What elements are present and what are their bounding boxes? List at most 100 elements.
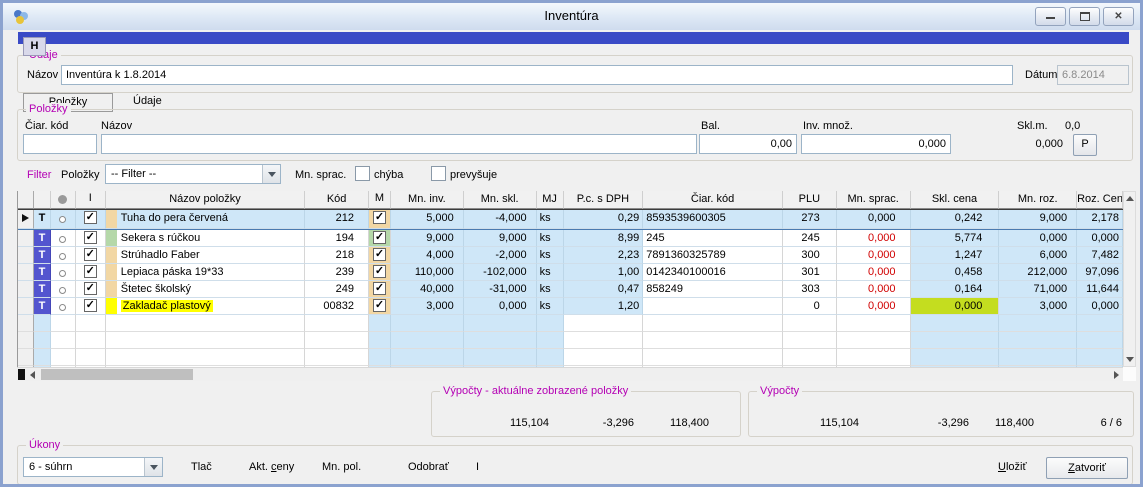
cell-ciar-kod[interactable] bbox=[643, 298, 783, 315]
row-type-cell[interactable]: T bbox=[34, 210, 51, 229]
cell-mn-roz[interactable]: 6,000 bbox=[999, 247, 1077, 264]
col-header-mn-roz[interactable]: Mn. roz. bbox=[999, 191, 1077, 209]
checkbox-checked-icon[interactable]: ✓ bbox=[373, 211, 386, 224]
cell-roz-cen[interactable]: 11,644 bbox=[1077, 281, 1123, 298]
cell-pc-s-dph[interactable]: 0,29 bbox=[564, 210, 644, 229]
cell-pc-s-dph[interactable]: 8,99 bbox=[564, 230, 644, 247]
m-check-cell[interactable]: ✓ bbox=[369, 210, 391, 229]
cell-skl-cena[interactable]: 0,164 bbox=[911, 281, 1000, 298]
table-row[interactable]: T ✓ Sekera s rúčkou 194 ✓ 9,000 9,000 ks… bbox=[18, 230, 1123, 247]
scrollbar-thumb[interactable] bbox=[41, 369, 193, 380]
polozky-nazov-input[interactable] bbox=[101, 134, 697, 154]
cell-nazov[interactable]: Zakladač plastový bbox=[106, 298, 305, 315]
titlebar[interactable]: Inventúra ✕ bbox=[3, 3, 1140, 30]
cell-ciar-kod[interactable]: 7891360325789 bbox=[643, 247, 783, 264]
col-header-m[interactable]: M bbox=[369, 191, 391, 209]
ukony-dropdown-button[interactable] bbox=[144, 458, 162, 476]
scroll-left-button[interactable] bbox=[25, 368, 39, 381]
cell-skl-cena[interactable]: 0,242 bbox=[911, 210, 1000, 229]
bal-input[interactable] bbox=[699, 134, 797, 154]
balloon-cell[interactable] bbox=[51, 264, 76, 281]
cell-plu[interactable]: 245 bbox=[783, 230, 837, 247]
mn-pol-button[interactable]: Mn. pol. bbox=[322, 461, 361, 473]
row-marker-cell[interactable] bbox=[18, 281, 34, 298]
m-check-cell[interactable]: ✓ bbox=[369, 298, 391, 315]
col-header-skl-cena[interactable]: Skl. cena bbox=[911, 191, 1000, 209]
cell-skl-cena[interactable]: 0,458 bbox=[911, 264, 1000, 281]
p-button[interactable]: P bbox=[1073, 134, 1097, 156]
cell-mn-sprac[interactable]: 0,000 bbox=[837, 264, 911, 281]
col-header-mn-inv[interactable]: Mn. inv. bbox=[391, 191, 464, 209]
cell-mn-inv[interactable]: 3,000 bbox=[391, 298, 464, 315]
zatvorit-button[interactable]: Zatvoriť bbox=[1046, 457, 1128, 479]
cell-pc-s-dph[interactable]: 0,47 bbox=[564, 281, 644, 298]
col-header-mn-sprac[interactable]: Mn. sprac. bbox=[837, 191, 911, 209]
cell-mn-skl[interactable]: -4,000 bbox=[464, 210, 537, 229]
cell-roz-cen[interactable]: 7,482 bbox=[1077, 247, 1123, 264]
cell-ciar-kod[interactable]: 858249 bbox=[643, 281, 783, 298]
row-marker-cell[interactable] bbox=[18, 230, 34, 247]
cell-mj[interactable]: ks bbox=[537, 298, 564, 315]
odobrat-button[interactable]: Odobrať bbox=[408, 461, 449, 473]
item-check-cell[interactable]: ✓ bbox=[76, 281, 106, 298]
col-header-roz-cen[interactable]: Roz. Cen bbox=[1077, 191, 1123, 209]
cell-kod[interactable]: 249 bbox=[305, 281, 369, 298]
row-marker-cell[interactable] bbox=[18, 298, 34, 315]
cell-plu[interactable]: 0 bbox=[783, 298, 837, 315]
close-button[interactable]: ✕ bbox=[1103, 7, 1134, 26]
cell-mn-roz[interactable]: 71,000 bbox=[999, 281, 1077, 298]
balloon-cell[interactable] bbox=[51, 247, 76, 264]
cell-roz-cen[interactable]: 97,096 bbox=[1077, 264, 1123, 281]
cell-mj[interactable]: ks bbox=[537, 264, 564, 281]
checkbox-checked-icon[interactable]: ✓ bbox=[373, 248, 386, 261]
cell-kod[interactable]: 218 bbox=[305, 247, 369, 264]
cell-kod[interactable]: 194 bbox=[305, 230, 369, 247]
row-marker-cell[interactable] bbox=[18, 264, 34, 281]
cell-skl-cena[interactable]: 1,247 bbox=[911, 247, 1000, 264]
cell-mn-sprac[interactable]: 0,000 bbox=[837, 298, 911, 315]
m-check-cell[interactable]: ✓ bbox=[369, 230, 391, 247]
col-header-i[interactable]: I bbox=[76, 191, 106, 209]
cell-nazov[interactable]: Štetec školský bbox=[106, 281, 305, 298]
horizontal-scrollbar[interactable] bbox=[17, 367, 1123, 381]
cell-mn-inv[interactable]: 40,000 bbox=[391, 281, 464, 298]
row-type-cell[interactable]: T bbox=[34, 298, 51, 315]
cell-mj[interactable]: ks bbox=[537, 247, 564, 264]
cell-plu[interactable]: 273 bbox=[783, 210, 837, 229]
cell-mn-skl[interactable]: -2,000 bbox=[464, 247, 537, 264]
balloon-cell[interactable] bbox=[51, 230, 76, 247]
cell-mn-sprac[interactable]: 0,000 bbox=[837, 281, 911, 298]
item-check-cell[interactable]: ✓ bbox=[76, 298, 106, 315]
checkbox-checked-icon[interactable]: ✓ bbox=[373, 231, 386, 244]
cell-mn-sprac[interactable]: 0,000 bbox=[837, 210, 911, 229]
cell-skl-cena[interactable]: 0,000 bbox=[911, 298, 1000, 315]
cell-ciar-kod[interactable]: 245 bbox=[643, 230, 783, 247]
cell-plu[interactable]: 300 bbox=[783, 247, 837, 264]
col-header-pc-s-dph[interactable]: P.c. s DPH bbox=[564, 191, 644, 209]
cell-nazov[interactable]: Tuha do pera červená bbox=[106, 210, 305, 229]
row-type-cell[interactable]: T bbox=[34, 230, 51, 247]
cell-mn-inv[interactable]: 110,000 bbox=[391, 264, 464, 281]
nazov-input[interactable] bbox=[61, 65, 1013, 85]
cell-mn-sprac[interactable]: 0,000 bbox=[837, 230, 911, 247]
cell-mn-skl[interactable]: -31,000 bbox=[464, 281, 537, 298]
col-header-ciar-kod[interactable]: Čiar. kód bbox=[643, 191, 783, 209]
cell-pc-s-dph[interactable]: 1,20 bbox=[564, 298, 644, 315]
cell-kod[interactable]: 212 bbox=[305, 210, 369, 229]
checkbox-checked-icon[interactable]: ✓ bbox=[84, 282, 97, 295]
checkbox-checked-icon[interactable]: ✓ bbox=[84, 299, 97, 312]
checkbox-checked-icon[interactable]: ✓ bbox=[84, 211, 97, 224]
vertical-scrollbar[interactable] bbox=[1123, 191, 1136, 367]
cell-ciar-kod[interactable]: 0142340100016 bbox=[643, 264, 783, 281]
cell-mj[interactable]: ks bbox=[537, 210, 564, 229]
chyba-checkbox[interactable] bbox=[355, 166, 370, 181]
tab-udaje[interactable]: Údaje bbox=[133, 95, 162, 107]
table-row[interactable]: T ✓ Lepiaca páska 19*33 239 ✓ 110,000 -1… bbox=[18, 264, 1123, 281]
scroll-down-button[interactable] bbox=[1124, 353, 1135, 366]
cell-mn-inv[interactable]: 4,000 bbox=[391, 247, 464, 264]
m-check-cell[interactable]: ✓ bbox=[369, 281, 391, 298]
cell-mj[interactable]: ks bbox=[537, 230, 564, 247]
col-header-plu[interactable]: PLU bbox=[783, 191, 837, 209]
col-header-mj[interactable]: MJ bbox=[537, 191, 564, 209]
item-check-cell[interactable]: ✓ bbox=[76, 230, 106, 247]
